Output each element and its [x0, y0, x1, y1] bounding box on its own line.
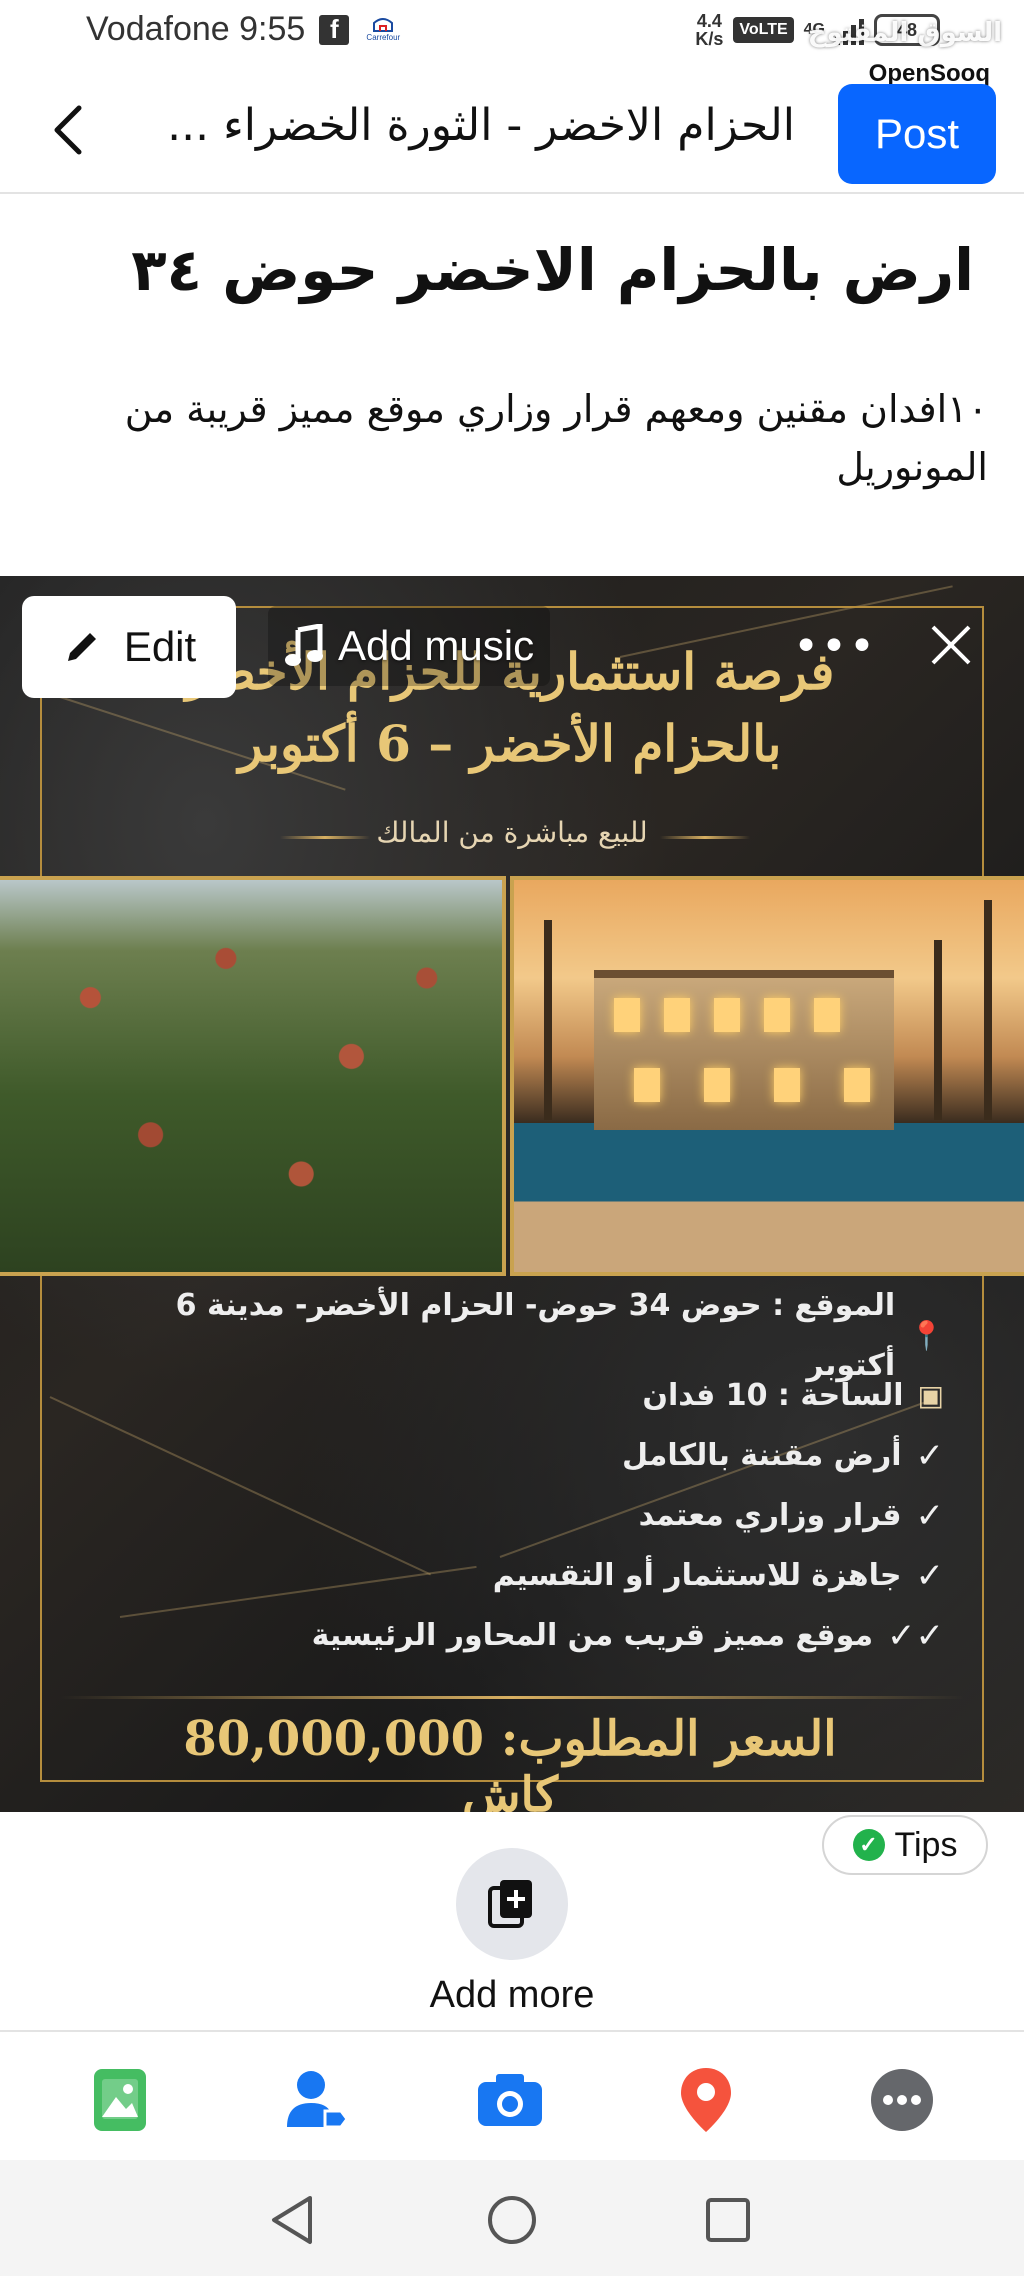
speed-value: 4.4: [696, 11, 722, 31]
palm-tree: [984, 900, 992, 1120]
carrefour-label: Carrefour: [366, 33, 401, 42]
location-pin-icon: 📍: [909, 1319, 944, 1352]
check-icon: ✓: [915, 1436, 945, 1476]
check-in-button[interactable]: [666, 2060, 746, 2140]
add-music-label: Add music: [338, 622, 535, 669]
watermark-arabic: السوق المفتوح: [807, 18, 1002, 48]
carrier-time: Vodafone 9:55: [86, 10, 306, 48]
facebook-icon: f: [319, 14, 350, 45]
camera-icon: [478, 2074, 542, 2126]
remove-photo-button[interactable]: [918, 612, 984, 678]
add-more-button[interactable]: [456, 1848, 568, 1960]
close-icon: [931, 625, 971, 665]
location-pin-icon: [681, 2068, 731, 2132]
photo-video-button[interactable]: [80, 2060, 160, 2140]
check-circle-icon: ✓: [852, 1829, 885, 1861]
triangle-back-icon: [272, 2196, 312, 2244]
photo-icon: [94, 2069, 146, 2131]
pencil-icon: [67, 633, 96, 661]
group-title[interactable]: الحزام الاخضر - الثورة الخضراء ...: [135, 100, 795, 151]
tips-label: Tips: [894, 1825, 958, 1864]
tag-people-icon: [287, 2071, 349, 2129]
system-navbar: [0, 2160, 1024, 2276]
tips-button[interactable]: ✓ Tips: [822, 1815, 988, 1875]
attached-photo[interactable]: فرصة استثمارية للحزام الأخضر بالحزام الأ…: [0, 576, 1024, 1812]
check-icon: ✓: [915, 1496, 945, 1536]
post-body[interactable]: ١٠افدان مقنين ومعهم قرار وزاري موقع مميز…: [28, 380, 988, 496]
post-button[interactable]: Post: [838, 84, 996, 184]
add-photo-icon: [488, 1880, 532, 1928]
status-left: Vodafone 9:55 f Carrefour: [86, 10, 403, 49]
speed-unit: K/s: [695, 29, 724, 49]
tag-people-button[interactable]: [276, 2060, 356, 2140]
photo-subheadline: للبيع مباشرة من المالك: [376, 816, 648, 849]
detail-location: 📍 الموقع : حوض 34 حوض- الحزام الأخضر- مدي…: [175, 1288, 944, 1383]
detail-item: ✓ جاهزة للاستثمار أو التقسيم: [104, 1546, 944, 1606]
villa-house: [594, 970, 894, 1130]
add-music-button[interactable]: Add music: [268, 606, 551, 686]
check-icon: ✓✓: [887, 1616, 944, 1656]
composer-toolbar: [0, 2030, 1024, 2160]
circle-home-icon: [488, 2196, 536, 2244]
photo-headline-line2: بالحزام الأخضر – 6 أكتوبر: [238, 714, 782, 773]
property-details: 📍 الموقع : حوض 34 حوض- الحزام الأخضر- مدي…: [104, 1288, 944, 1666]
palm-tree: [544, 920, 552, 1120]
post-title[interactable]: ارض بالحزام الاخضر حوض ٣٤: [34, 236, 974, 304]
more-actions-button[interactable]: [862, 2060, 942, 2140]
aerial-neighborhood-image: [0, 876, 506, 1276]
nav-home-button[interactable]: [482, 2190, 542, 2250]
villa-pool-image: [510, 876, 1024, 1276]
add-more-label: Add more: [429, 1974, 595, 2016]
area-icon: ▣: [917, 1379, 944, 1412]
square-recents-icon: [706, 2198, 750, 2242]
edit-label: Edit: [123, 623, 197, 670]
nav-back-button[interactable]: [262, 2190, 322, 2250]
music-note-icon: [285, 624, 323, 666]
more-options-button[interactable]: •••: [793, 616, 875, 676]
back-button[interactable]: [40, 100, 96, 160]
detail-item: ✓✓ موقع مميز قريب من المحاور الرئيسية: [104, 1606, 944, 1666]
edit-photo-button[interactable]: Edit: [22, 596, 236, 698]
more-horizontal-icon: [871, 2069, 933, 2131]
nav-recents-button[interactable]: [698, 2190, 758, 2250]
network-speed: 4.4 K/s: [695, 12, 723, 48]
chevron-left-icon: [54, 105, 82, 155]
gold-divider: [60, 1696, 964, 1699]
volte-badge: VoLTE: [733, 17, 794, 43]
price-text: السعر المطلوب: 80,000,000 كاش: [183, 1711, 837, 1812]
detail-item: ✓ أرض مقننة بالكامل: [104, 1426, 944, 1486]
camera-button[interactable]: [470, 2060, 550, 2140]
carrefour-icon: Carrefour: [363, 15, 403, 45]
detail-item: ✓ قرار وزاري معتمد: [104, 1486, 944, 1546]
header: الحزام الاخضر - الثورة الخضراء ... Post: [0, 64, 1024, 194]
check-icon: ✓: [915, 1556, 945, 1596]
palm-tree: [934, 940, 942, 1120]
